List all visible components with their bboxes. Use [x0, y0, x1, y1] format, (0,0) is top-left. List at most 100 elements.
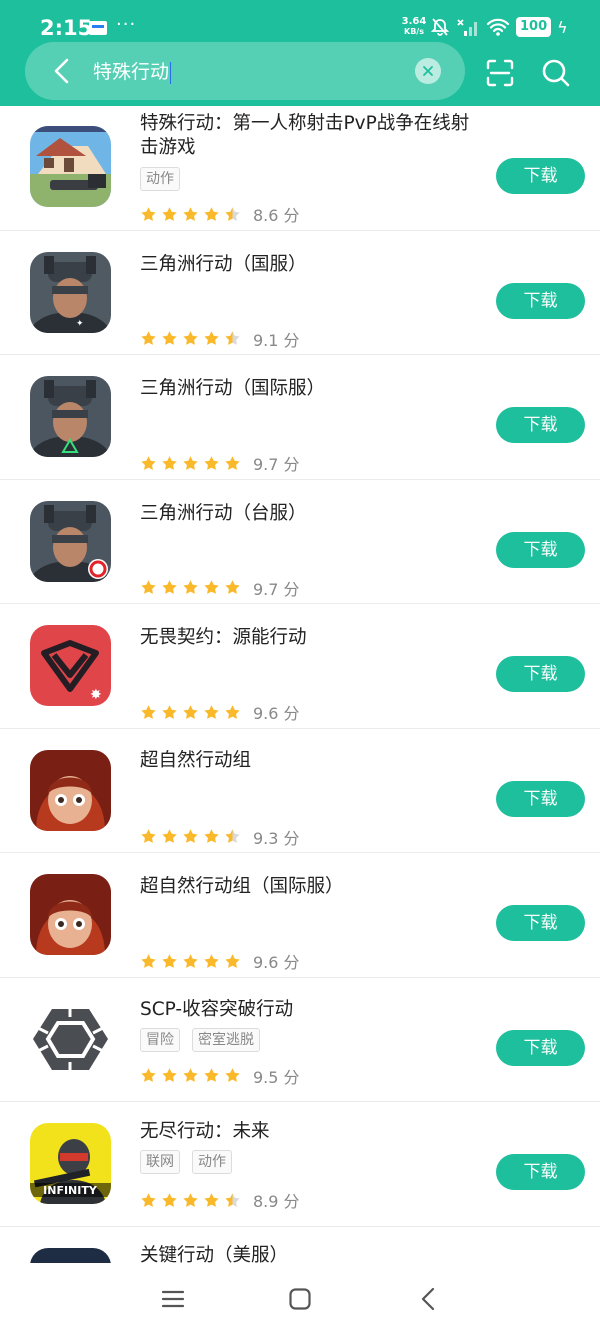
star-full-icon [141, 206, 156, 221]
app-icon-supernatural-squad[interactable] [30, 749, 111, 831]
list-item[interactable]: 超自然行动组（国际服） 9.6 分 下载 [0, 853, 600, 978]
clear-button[interactable] [415, 58, 441, 84]
list-item[interactable]: ✸ 无畏契约：源能行动 9.6 分 下载 [0, 604, 600, 729]
star-full-icon [141, 953, 156, 968]
app-tag[interactable]: 联网 [140, 1150, 180, 1174]
rating-stars [140, 330, 241, 347]
app-tag[interactable]: 冒险 [140, 1027, 180, 1052]
app-score: 9.7 分 [253, 579, 300, 599]
app-title[interactable]: 无尽行动：未来 [140, 1120, 485, 1144]
app-rating: 9.7 分 [140, 451, 300, 475]
app-icon-infinity-ops[interactable]: INFINITY [30, 1123, 111, 1204]
star-full-icon [225, 704, 240, 719]
star-full-icon [204, 829, 219, 843]
mute-bell-icon [430, 18, 450, 36]
app-icon-scp[interactable] [30, 998, 111, 1080]
star-full-icon [141, 1192, 156, 1207]
app-icon-delta-force-global[interactable] [30, 376, 111, 457]
download-button[interactable]: 下载 [496, 1029, 585, 1066]
app-tag[interactable]: 动作 [140, 167, 180, 191]
app-icon-special-ops[interactable] [30, 126, 111, 207]
rating-stars [140, 953, 241, 970]
star-full-icon [162, 580, 177, 594]
menu-icon[interactable] [161, 1287, 185, 1311]
search-results-list[interactable]: 特殊行动：第一人称射击PvP战争在线射击游戏 动作 8.6 分 下载 ✦ 三角洲… [0, 106, 600, 1263]
star-full-icon [162, 1068, 177, 1082]
download-button[interactable]: 下载 [496, 656, 585, 692]
app-icon-delta-force-tw[interactable] [30, 500, 111, 582]
app-rating: 9.6 分 [140, 949, 300, 973]
app-tags: 联网 动作 [140, 1150, 232, 1174]
rating-stars [140, 704, 241, 721]
app-tags: 冒险 密室逃脱 [140, 1027, 260, 1052]
app-title[interactable]: 关键行动（美服） [140, 1244, 485, 1264]
star-full-icon [141, 331, 156, 345]
list-item[interactable]: 超自然行动组 9.3 分 下载 [0, 729, 600, 853]
star-full-icon [162, 829, 177, 843]
download-button[interactable]: 下载 [496, 407, 585, 443]
rating-stars [140, 1192, 241, 1209]
star-full-icon [162, 1192, 177, 1207]
system-nav-bar [0, 1263, 600, 1333]
rating-stars [140, 455, 241, 472]
app-rating: 9.6 分 [140, 700, 300, 724]
list-item[interactable]: 三角洲行动（国际服） 9.7 分 下载 [0, 355, 600, 480]
list-item[interactable]: 关键行动（美服） [0, 1227, 600, 1264]
list-item[interactable]: 三角洲行动（台服） 9.7 分 下载 [0, 480, 600, 604]
app-icon-critical-ops[interactable] [30, 1247, 111, 1263]
download-button[interactable]: 下载 [496, 1154, 585, 1190]
download-button[interactable]: 下载 [496, 780, 585, 817]
wallet-card-icon [89, 21, 107, 35]
search-icon[interactable] [541, 58, 571, 88]
star-full-icon [225, 1068, 240, 1082]
scan-icon[interactable] [485, 58, 515, 88]
download-button[interactable]: 下载 [496, 282, 585, 319]
download-button[interactable]: 下载 [496, 905, 585, 941]
home-icon[interactable] [288, 1287, 312, 1311]
app-rating: 8.9 分 [140, 1188, 300, 1212]
app-icon-valorant[interactable]: ✸ [30, 625, 111, 706]
charging-bolt-icon: ϟ [557, 17, 568, 37]
download-button[interactable]: 下载 [496, 531, 585, 568]
list-item[interactable]: SCP-收容突破行动 冒险 密室逃脱 9.5 分 下载 [0, 978, 600, 1102]
star-full-icon [204, 455, 219, 470]
search-bar[interactable]: 特殊行动 [25, 42, 465, 100]
list-item[interactable]: ✦ 三角洲行动（国服） 9.1 分 下载 [0, 231, 600, 355]
star-full-icon [204, 331, 219, 345]
app-tag[interactable]: 密室逃脱 [192, 1027, 260, 1052]
star-full-icon [183, 206, 198, 221]
app-title[interactable]: 三角洲行动（国际服） [140, 377, 485, 401]
nav-back-icon[interactable] [417, 1287, 441, 1311]
star-full-icon [204, 580, 219, 594]
app-icon-delta-force-cn[interactable]: ✦ [30, 251, 111, 333]
app-icon-supernatural-squad-global[interactable] [30, 874, 111, 955]
star-full-icon [225, 580, 240, 594]
star-full-icon [204, 953, 219, 968]
rating-stars [140, 579, 241, 596]
star-full-icon [183, 953, 198, 968]
list-item[interactable]: INFINITY 无尽行动：未来 联网 动作 8.9 分 下载 [0, 1102, 600, 1227]
list-item[interactable]: 特殊行动：第一人称射击PvP战争在线射击游戏 动作 8.6 分 下载 [0, 106, 600, 231]
star-half-icon [225, 829, 240, 843]
app-title[interactable]: 三角洲行动（台服） [140, 502, 485, 526]
app-rating: 8.6 分 [140, 202, 300, 226]
app-title[interactable]: SCP-收容突破行动 [140, 998, 485, 1022]
rating-stars [140, 828, 241, 845]
app-title[interactable]: 无畏契约：源能行动 [140, 626, 485, 650]
star-full-icon [204, 704, 219, 719]
download-button[interactable]: 下载 [496, 158, 585, 194]
app-score: 9.5 分 [253, 1067, 300, 1087]
star-full-icon [141, 580, 156, 594]
svg-text:✸: ✸ [90, 687, 102, 703]
app-score: 9.1 分 [253, 330, 300, 350]
star-full-icon [204, 1192, 219, 1207]
app-title[interactable]: 超自然行动组（国际服） [140, 875, 485, 899]
star-full-icon [162, 331, 177, 345]
star-full-icon [183, 580, 198, 594]
search-input[interactable]: 特殊行动 [93, 57, 172, 84]
app-title[interactable]: 特殊行动：第一人称射击PvP战争在线射击游戏 [140, 112, 485, 160]
app-title[interactable]: 三角洲行动（国服） [140, 253, 485, 277]
app-title[interactable]: 超自然行动组 [140, 749, 485, 773]
back-arrow-icon[interactable] [47, 55, 79, 87]
app-tag[interactable]: 动作 [192, 1150, 232, 1174]
